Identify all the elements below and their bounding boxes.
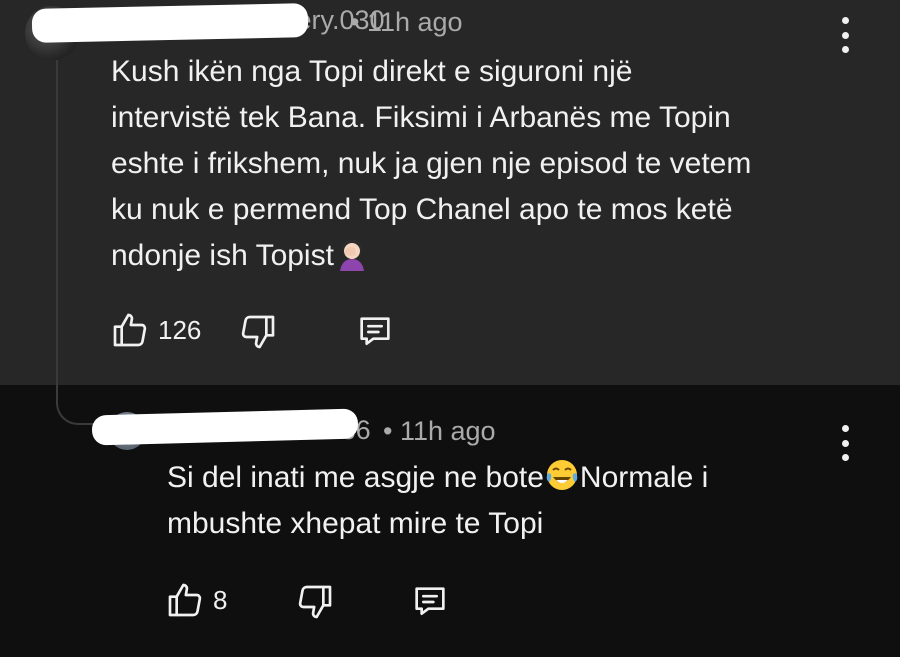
reply-button[interactable]: [355, 312, 395, 352]
face-palm-emoji: [339, 239, 364, 271]
separator-dot: •: [350, 7, 360, 37]
comment-meta: • 11h ago: [383, 416, 496, 447]
more-vertical-icon[interactable]: [839, 17, 851, 53]
dislike-button[interactable]: [238, 312, 278, 352]
comment-text: Si del inati me asgje ne bote Normale i …: [167, 455, 847, 547]
reply-comment-icon: [415, 587, 445, 615]
comment-line: mbushte xhepat mire te Topi: [167, 507, 544, 540]
comment-line: ndonje ish Topist: [111, 239, 334, 272]
thumbs-up-icon: [168, 583, 202, 617]
comment-line: Si del inati me asgje ne bote: [167, 461, 544, 494]
comment-meta: • 11h ago: [350, 7, 463, 38]
like-button[interactable]: 8: [165, 580, 227, 620]
comment-text: Kush ikën nga Topi direkt e siguroni një…: [111, 49, 861, 279]
like-count: 126: [158, 314, 202, 345]
thumbs-up-icon: [113, 313, 147, 347]
like-button[interactable]: 126: [110, 310, 201, 350]
like-count: 8: [213, 584, 228, 615]
separator-dot: •: [383, 416, 393, 446]
redaction-mark: [31, 3, 309, 43]
timestamp: 11h ago: [366, 7, 463, 37]
reply-comment-icon: [360, 317, 390, 345]
dislike-button[interactable]: [295, 582, 335, 622]
comment-line: intervistë tek Bana. Fiksimi i Arbanës m…: [111, 101, 731, 134]
comment-line: ku nuk e permend Top Chanel apo te mos k…: [111, 193, 733, 226]
reply-button[interactable]: [410, 582, 450, 622]
timestamp: 11h ago: [399, 416, 496, 446]
thread-connector: [56, 385, 101, 425]
tears-of-joy-emoji: [546, 460, 578, 490]
comment-line: Normale i: [579, 461, 709, 494]
thumbs-down-icon: [241, 315, 275, 349]
thread-line: [56, 60, 58, 405]
thumbs-down-icon: [298, 585, 332, 619]
comment-line: Kush ikën nga Topi direkt e siguroni një: [111, 55, 633, 88]
comment-line: eshte i frikshem, nuk ja gjen nje episod…: [111, 147, 752, 180]
